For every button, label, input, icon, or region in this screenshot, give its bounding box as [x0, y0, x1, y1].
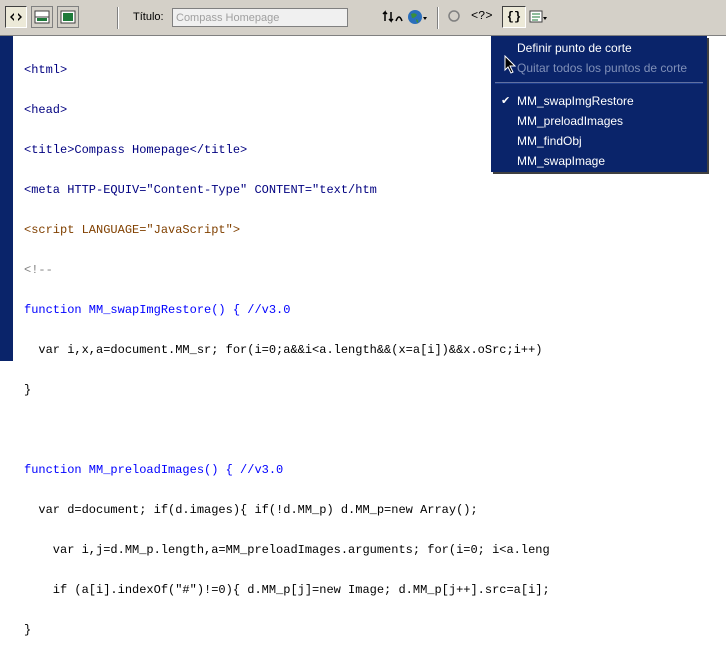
code-line: } [24, 623, 32, 637]
code-content[interactable]: <html> <head> <title>Compass Homepage</t… [24, 40, 550, 660]
menu-item-mm-findobj[interactable]: MM_findObj [491, 131, 707, 151]
code-line: <title>Compass Homepage</title> [24, 143, 248, 157]
menu-separator [495, 82, 703, 84]
braces-label: {} [506, 10, 522, 24]
code-line: <!-- [24, 263, 53, 277]
title-label: Título: [133, 11, 164, 23]
file-management-icon[interactable] [382, 9, 404, 28]
view-options-icon[interactable] [529, 9, 547, 28]
checkmark-icon: ✔ [501, 95, 511, 107]
refresh-icon[interactable] [447, 9, 461, 26]
title-input[interactable] [172, 8, 348, 27]
code-line: function MM_preloadImages() { //v3.0 [24, 463, 284, 477]
code-line: } [24, 383, 32, 397]
mouse-pointer-icon [504, 55, 517, 74]
code-reference-button[interactable]: <?> [471, 9, 493, 23]
toolbar-separator [437, 7, 439, 29]
code-line: var d=document; if(d.images){ if(!d.MM_p… [24, 503, 478, 517]
debug-dropdown-menu: Definir punto de corte Quitar todos los … [491, 36, 707, 172]
code-line: <head> [24, 103, 68, 117]
line-gutter[interactable] [0, 36, 13, 361]
menu-item-mm-swapimgrestore[interactable]: ✔ MM_swapImgRestore [491, 91, 707, 111]
menu-item-mm-preloadimages[interactable]: MM_preloadImages [491, 111, 707, 131]
design-view-icon [60, 10, 76, 24]
code-line: <script LANGUAGE="JavaScript"> [24, 223, 241, 237]
globe-icon[interactable] [407, 9, 429, 28]
toolbar-separator [117, 7, 119, 29]
code-view-icon [10, 13, 22, 21]
split-view-icon [34, 10, 50, 24]
menu-item-set-breakpoint[interactable]: Definir punto de corte [491, 38, 707, 58]
design-view-button[interactable] [57, 6, 79, 28]
code-line: function MM_swapImgRestore() { //v3.0 [24, 303, 291, 317]
menu-item-mm-swapimage[interactable]: MM_swapImage [491, 151, 707, 171]
code-line: if (a[i].indexOf("#")!=0){ d.MM_p[j]=new… [24, 583, 550, 597]
code-line: <meta HTTP-EQUIV="Content-Type" CONTENT=… [24, 183, 377, 197]
split-view-button[interactable] [31, 6, 53, 28]
menu-item-remove-all-breakpoints: Quitar todos los puntos de corte [517, 61, 688, 75]
code-line: <html> [24, 63, 68, 77]
code-view-button[interactable] [5, 6, 27, 28]
debug-braces-button[interactable]: {} [502, 6, 526, 28]
code-line: var i,j=d.MM_p.length,a=MM_preloadImages… [24, 543, 550, 557]
code-line: var i,x,a=document.MM_sr; for(i=0;a&&i<a… [24, 343, 543, 357]
document-toolbar: Título: <?> {} [0, 0, 726, 36]
